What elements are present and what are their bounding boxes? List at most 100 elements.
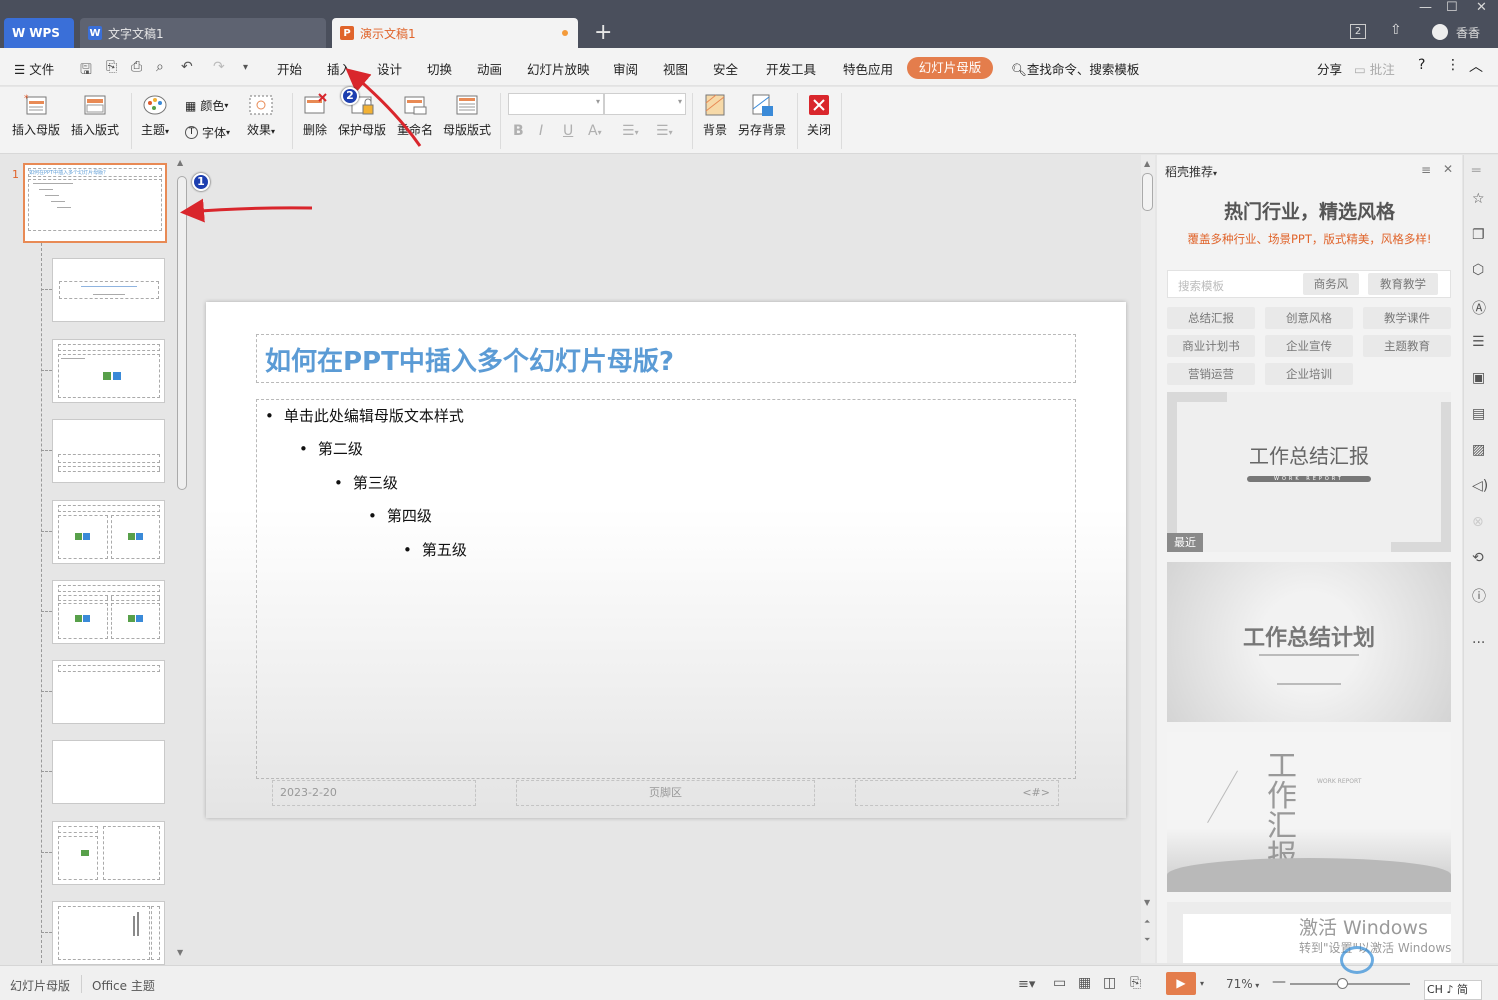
collapse-ribbon-icon[interactable]: ︿ <box>1469 56 1483 76</box>
rename-button[interactable]: 重命名 <box>397 93 433 138</box>
menu-home[interactable]: 开始 <box>277 59 302 78</box>
more-tools-icon[interactable]: ··· <box>1472 635 1490 653</box>
menu-design[interactable]: 设计 <box>377 59 402 78</box>
slide-sorter-icon[interactable]: ▦ <box>1078 975 1091 991</box>
category-courseware[interactable]: 教学课件 <box>1363 307 1451 329</box>
text-level-1[interactable]: 单击此处编辑母版文本样式 <box>265 405 464 426</box>
menu-transition[interactable]: 切换 <box>427 59 452 78</box>
text-level-3[interactable]: 第三级 <box>334 472 398 493</box>
text-style-icon[interactable]: Ⓐ <box>1472 298 1490 317</box>
layout-thumbnail-blank[interactable] <box>52 740 165 804</box>
layout-thumbnail-comparison[interactable] <box>52 580 165 644</box>
menu-slideshow[interactable]: 幻灯片放映 <box>527 59 590 78</box>
normal-view-icon[interactable]: ▭ <box>1053 975 1066 991</box>
copy-layers-icon[interactable]: ❐ <box>1472 227 1490 245</box>
undo-icon[interactable]: ↶ <box>181 59 193 75</box>
font-size-select[interactable]: ▾ <box>604 93 686 115</box>
tab-writer-document[interactable]: W 文字文稿1 <box>80 18 326 48</box>
menu-security[interactable]: 安全 <box>713 59 738 78</box>
delete-button[interactable]: 删除 <box>302 93 328 138</box>
italic-icon[interactable]: I <box>539 123 543 139</box>
zoom-out-icon[interactable]: — <box>1272 974 1286 990</box>
template-search-box[interactable]: 搜索模板 商务风 教育教学 <box>1167 270 1451 298</box>
tab-wps-home[interactable]: W WPS <box>4 18 74 48</box>
layout-thumbnail-title-content[interactable] <box>52 339 165 403</box>
theme-button[interactable]: 主题▾ <box>141 93 169 138</box>
bold-icon[interactable]: B <box>513 123 524 139</box>
menu-developer[interactable]: 开发工具 <box>766 59 816 78</box>
close-master-view-button[interactable]: 关闭 <box>806 93 832 138</box>
zoom-level[interactable]: 71% ▾ <box>1226 977 1259 991</box>
account-name[interactable]: 香香 <box>1456 24 1480 41</box>
format-painter-icon[interactable]: ⎘ <box>106 59 117 75</box>
ime-indicator[interactable]: CH ♪ 简 <box>1424 980 1482 1000</box>
menu-view[interactable]: 视图 <box>663 59 688 78</box>
template-card-work-summary[interactable]: 工作总结汇报 WORK REPORT 最近 <box>1167 392 1451 552</box>
category-marketing[interactable]: 营销运营 <box>1167 363 1255 385</box>
skin-icon[interactable]: ⇧ <box>1390 22 1402 38</box>
comment-button[interactable]: ▭ 批注 <box>1354 59 1395 78</box>
numbered-list-icon[interactable]: ☰▾ <box>656 123 673 139</box>
scrollbar-thumb[interactable] <box>177 176 187 490</box>
picture-icon[interactable]: ▨ <box>1472 442 1490 460</box>
redo-icon[interactable]: ↷ <box>213 59 225 75</box>
menu-insert[interactable]: 插入 <box>327 59 352 78</box>
audio-icon[interactable]: ◁) <box>1472 478 1490 496</box>
shapes-icon[interactable]: ⬡ <box>1472 262 1490 280</box>
zoom-slider[interactable] <box>1290 978 1410 989</box>
slide-panel-scrollbar[interactable]: ▲ ▼ <box>176 158 188 958</box>
reading-view-icon[interactable]: ◫ <box>1103 975 1116 991</box>
menu-slide-master[interactable]: 幻灯片母版 <box>907 57 993 79</box>
previous-slide-icon[interactable]: ⏶ <box>1144 917 1150 927</box>
text-level-4[interactable]: 第四级 <box>368 505 432 526</box>
category-business-plan[interactable]: 商业计划书 <box>1167 335 1255 357</box>
layout-thumbnail-title-only[interactable] <box>52 660 165 724</box>
effect-button[interactable]: 效果▾ <box>247 93 275 138</box>
file-menu[interactable]: ☰ 文件 <box>14 59 54 78</box>
help-circle-icon[interactable]: ⓘ <box>1472 586 1490 605</box>
maximize-icon[interactable]: ☐ <box>1446 0 1458 15</box>
layout-thumbnail-two-content[interactable] <box>52 500 165 564</box>
footer-date[interactable]: 2023-2-20 <box>272 780 476 806</box>
insert-master-button[interactable]: * 插入母版 <box>12 93 60 138</box>
image-search-icon[interactable]: ▣ <box>1472 370 1490 388</box>
background-button[interactable]: 背景 <box>702 93 728 138</box>
presenter-view-icon[interactable]: ⎘ <box>1130 975 1141 991</box>
category-training[interactable]: 企业培训 <box>1265 363 1353 385</box>
text-level-5[interactable]: 第五级 <box>403 539 467 560</box>
notes-toggle-icon[interactable]: ≡▾ <box>1018 977 1035 992</box>
master-thumbnail[interactable]: 如何在PPT中插入多个幻灯片母版？ <box>23 163 167 243</box>
tag-business[interactable]: 商务风 <box>1303 273 1359 295</box>
canvas-scrollbar[interactable]: ▲ ▼ ⏶ ⏷ <box>1141 155 1155 963</box>
layout-thumbnail-vertical[interactable] <box>52 901 165 965</box>
more-icon[interactable]: ⋮ <box>1446 57 1460 73</box>
text-level-2[interactable]: 第二级 <box>299 438 363 459</box>
slide-title[interactable]: 如何在PPT中插入多个幻灯片母版? <box>265 341 674 378</box>
play-slideshow-button[interactable]: ▶ <box>1166 972 1196 995</box>
footer-slide-number[interactable]: <#> <box>855 780 1059 806</box>
save-background-button[interactable]: 另存背景 <box>738 93 786 138</box>
adjust-sliders-icon[interactable]: ☰ <box>1472 334 1490 352</box>
menu-review[interactable]: 审阅 <box>613 59 638 78</box>
template-card-work-report[interactable]: 工作汇报 WORK REPORT <box>1167 732 1451 892</box>
layout-thumbnail-content-caption[interactable] <box>52 821 165 885</box>
template-card-work-plan[interactable]: 工作总结计划 <box>1167 562 1451 722</box>
menu-animation[interactable]: 动画 <box>477 59 502 78</box>
category-summary[interactable]: 总结汇报 <box>1167 307 1255 329</box>
scrollbar-thumb[interactable] <box>1142 173 1153 211</box>
font-button[interactable]: T 字体 ▾ <box>185 124 230 141</box>
minimize-icon[interactable]: — <box>1419 0 1432 15</box>
font-family-select[interactable]: ▾ <box>508 93 604 115</box>
history-icon[interactable]: ⟲ <box>1472 550 1490 568</box>
panel-header[interactable]: 稻壳推荐▾ <box>1165 163 1217 180</box>
new-tab-plus-icon[interactable]: + <box>594 20 612 45</box>
animation-star-icon[interactable]: ☆ <box>1472 191 1490 209</box>
scroll-up-icon[interactable]: ▲ <box>1144 159 1150 168</box>
share-button[interactable]: 分享 <box>1317 59 1342 78</box>
status-theme[interactable]: Office 主题 <box>92 977 155 994</box>
template-search-input[interactable]: 搜索模板 <box>1178 278 1224 294</box>
chevron-down-icon[interactable]: ▾ <box>1200 979 1204 988</box>
footer-text[interactable]: 页脚区 <box>516 780 815 806</box>
color-button[interactable]: ▦ 颜色 ▾ <box>185 97 228 114</box>
close-panel-icon[interactable]: ✕ <box>1443 162 1453 176</box>
